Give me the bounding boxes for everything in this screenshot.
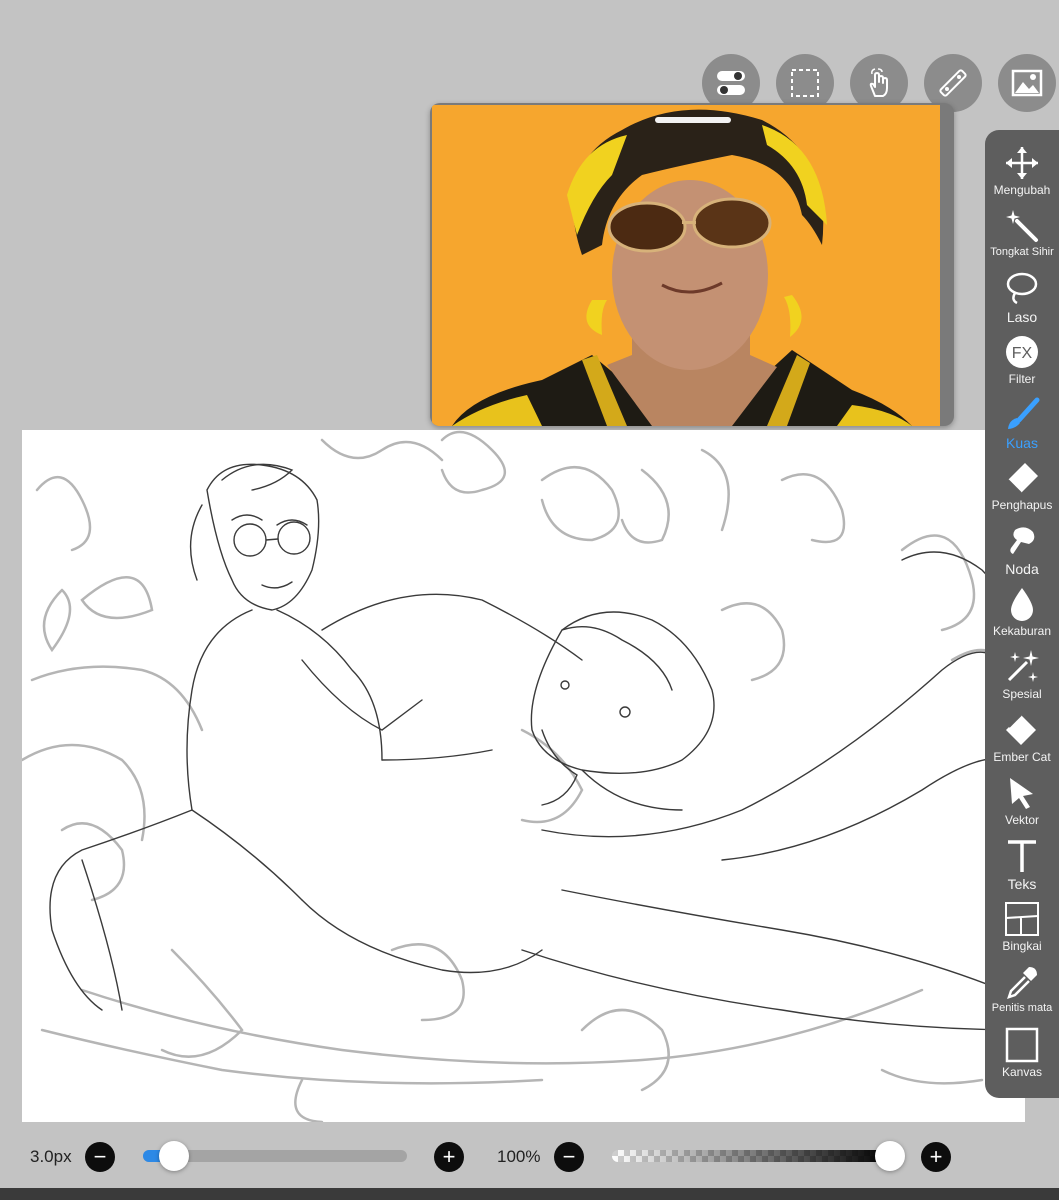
tool-label: Penghapus [991, 498, 1053, 512]
tool-label: Kanvas [1001, 1065, 1043, 1079]
tool-label: Spesial [1002, 687, 1042, 701]
tool-ember-cat[interactable]: Ember Cat [985, 711, 1059, 773]
blur-icon [1011, 588, 1033, 621]
vector-icon [1010, 778, 1033, 809]
canvas-icon [1005, 1027, 1039, 1063]
selection-icon [791, 69, 819, 97]
tool-label: Teks [1007, 876, 1037, 892]
system-bar [0, 1188, 1059, 1200]
brush-icon [1008, 397, 1040, 429]
tool-label: Kuas [1006, 435, 1038, 451]
tool-tongkat-sihir[interactable]: Tongkat Sihir [985, 207, 1059, 269]
ruler-icon [939, 69, 967, 97]
smudge-icon [1010, 527, 1035, 554]
magic-wand-icon [1006, 210, 1038, 242]
brush-size-value: 3.0px [30, 1147, 72, 1166]
drawing-canvas[interactable] [22, 430, 1025, 1122]
image-icon [1011, 69, 1043, 97]
tool-sidebar: Mengubah Tongkat Sihir Laso FX Filter Ku… [985, 130, 1059, 1098]
brush-size-increase-button[interactable]: + [434, 1142, 464, 1172]
tool-laso[interactable]: Laso [985, 270, 1059, 332]
fx-icon: FX [1006, 336, 1038, 368]
eyedropper-icon [1007, 967, 1037, 999]
tool-label: Ember Cat [993, 750, 1051, 764]
tool-label: Penitis mata [991, 1002, 1053, 1014]
sketch-artwork [22, 430, 1023, 1122]
minus-icon: − [562, 1144, 576, 1169]
tool-noda[interactable]: Noda [985, 522, 1059, 584]
plus-icon: + [442, 1144, 456, 1169]
tool-label: Filter [1008, 372, 1036, 386]
tool-penghapus[interactable]: Penghapus [985, 459, 1059, 521]
reference-drag-handle[interactable] [655, 117, 731, 123]
opacity-increase-button[interactable]: + [921, 1142, 951, 1172]
minus-icon: − [93, 1144, 107, 1169]
tool-vektor[interactable]: Vektor [985, 774, 1059, 836]
reference-image [432, 105, 940, 426]
reference-portrait [432, 105, 940, 426]
eraser-icon [1007, 463, 1038, 494]
move-icon [1006, 147, 1038, 179]
tool-label: Kekaburan [992, 624, 1052, 638]
opacity-slider[interactable] [612, 1150, 890, 1162]
hand-icon [869, 68, 888, 97]
svg-text:FX: FX [1012, 345, 1033, 362]
toggle-icon [717, 71, 745, 95]
brush-size-decrease-button[interactable]: − [85, 1142, 115, 1172]
opacity-handle[interactable] [875, 1141, 905, 1171]
lasso-icon [1006, 272, 1038, 305]
tool-kekaburan[interactable]: Kekaburan [985, 585, 1059, 647]
plus-icon: + [929, 1144, 943, 1169]
tool-kuas[interactable]: Kuas [985, 396, 1059, 458]
text-icon [1008, 840, 1036, 872]
frame-icon [1005, 902, 1039, 936]
reference-window[interactable] [430, 103, 954, 426]
tool-teks[interactable]: Teks [985, 837, 1059, 899]
brush-opacity-value: 100% [497, 1147, 541, 1166]
tool-kanvas[interactable]: Kanvas [985, 1026, 1059, 1088]
tool-label: Tongkat Sihir [990, 246, 1054, 258]
special-icon [1007, 650, 1039, 682]
tool-label: Mengubah [993, 183, 1051, 197]
bucket-icon [1006, 714, 1036, 745]
tool-label: Bingkai [1002, 939, 1042, 953]
tool-bingkai[interactable]: Bingkai [985, 900, 1059, 962]
tool-filter[interactable]: FX Filter [985, 333, 1059, 395]
opacity-decrease-button[interactable]: − [554, 1142, 584, 1172]
tool-mengubah[interactable]: Mengubah [985, 144, 1059, 206]
tool-label: Vektor [1004, 813, 1040, 827]
brush-size-handle[interactable] [159, 1141, 190, 1171]
tool-label: Laso [1006, 309, 1038, 325]
reference-image-button[interactable] [998, 54, 1056, 112]
tool-penitis-mata[interactable]: Penitis mata [985, 963, 1059, 1025]
tool-spesial[interactable]: Spesial [985, 648, 1059, 710]
tool-label: Noda [1005, 561, 1039, 577]
